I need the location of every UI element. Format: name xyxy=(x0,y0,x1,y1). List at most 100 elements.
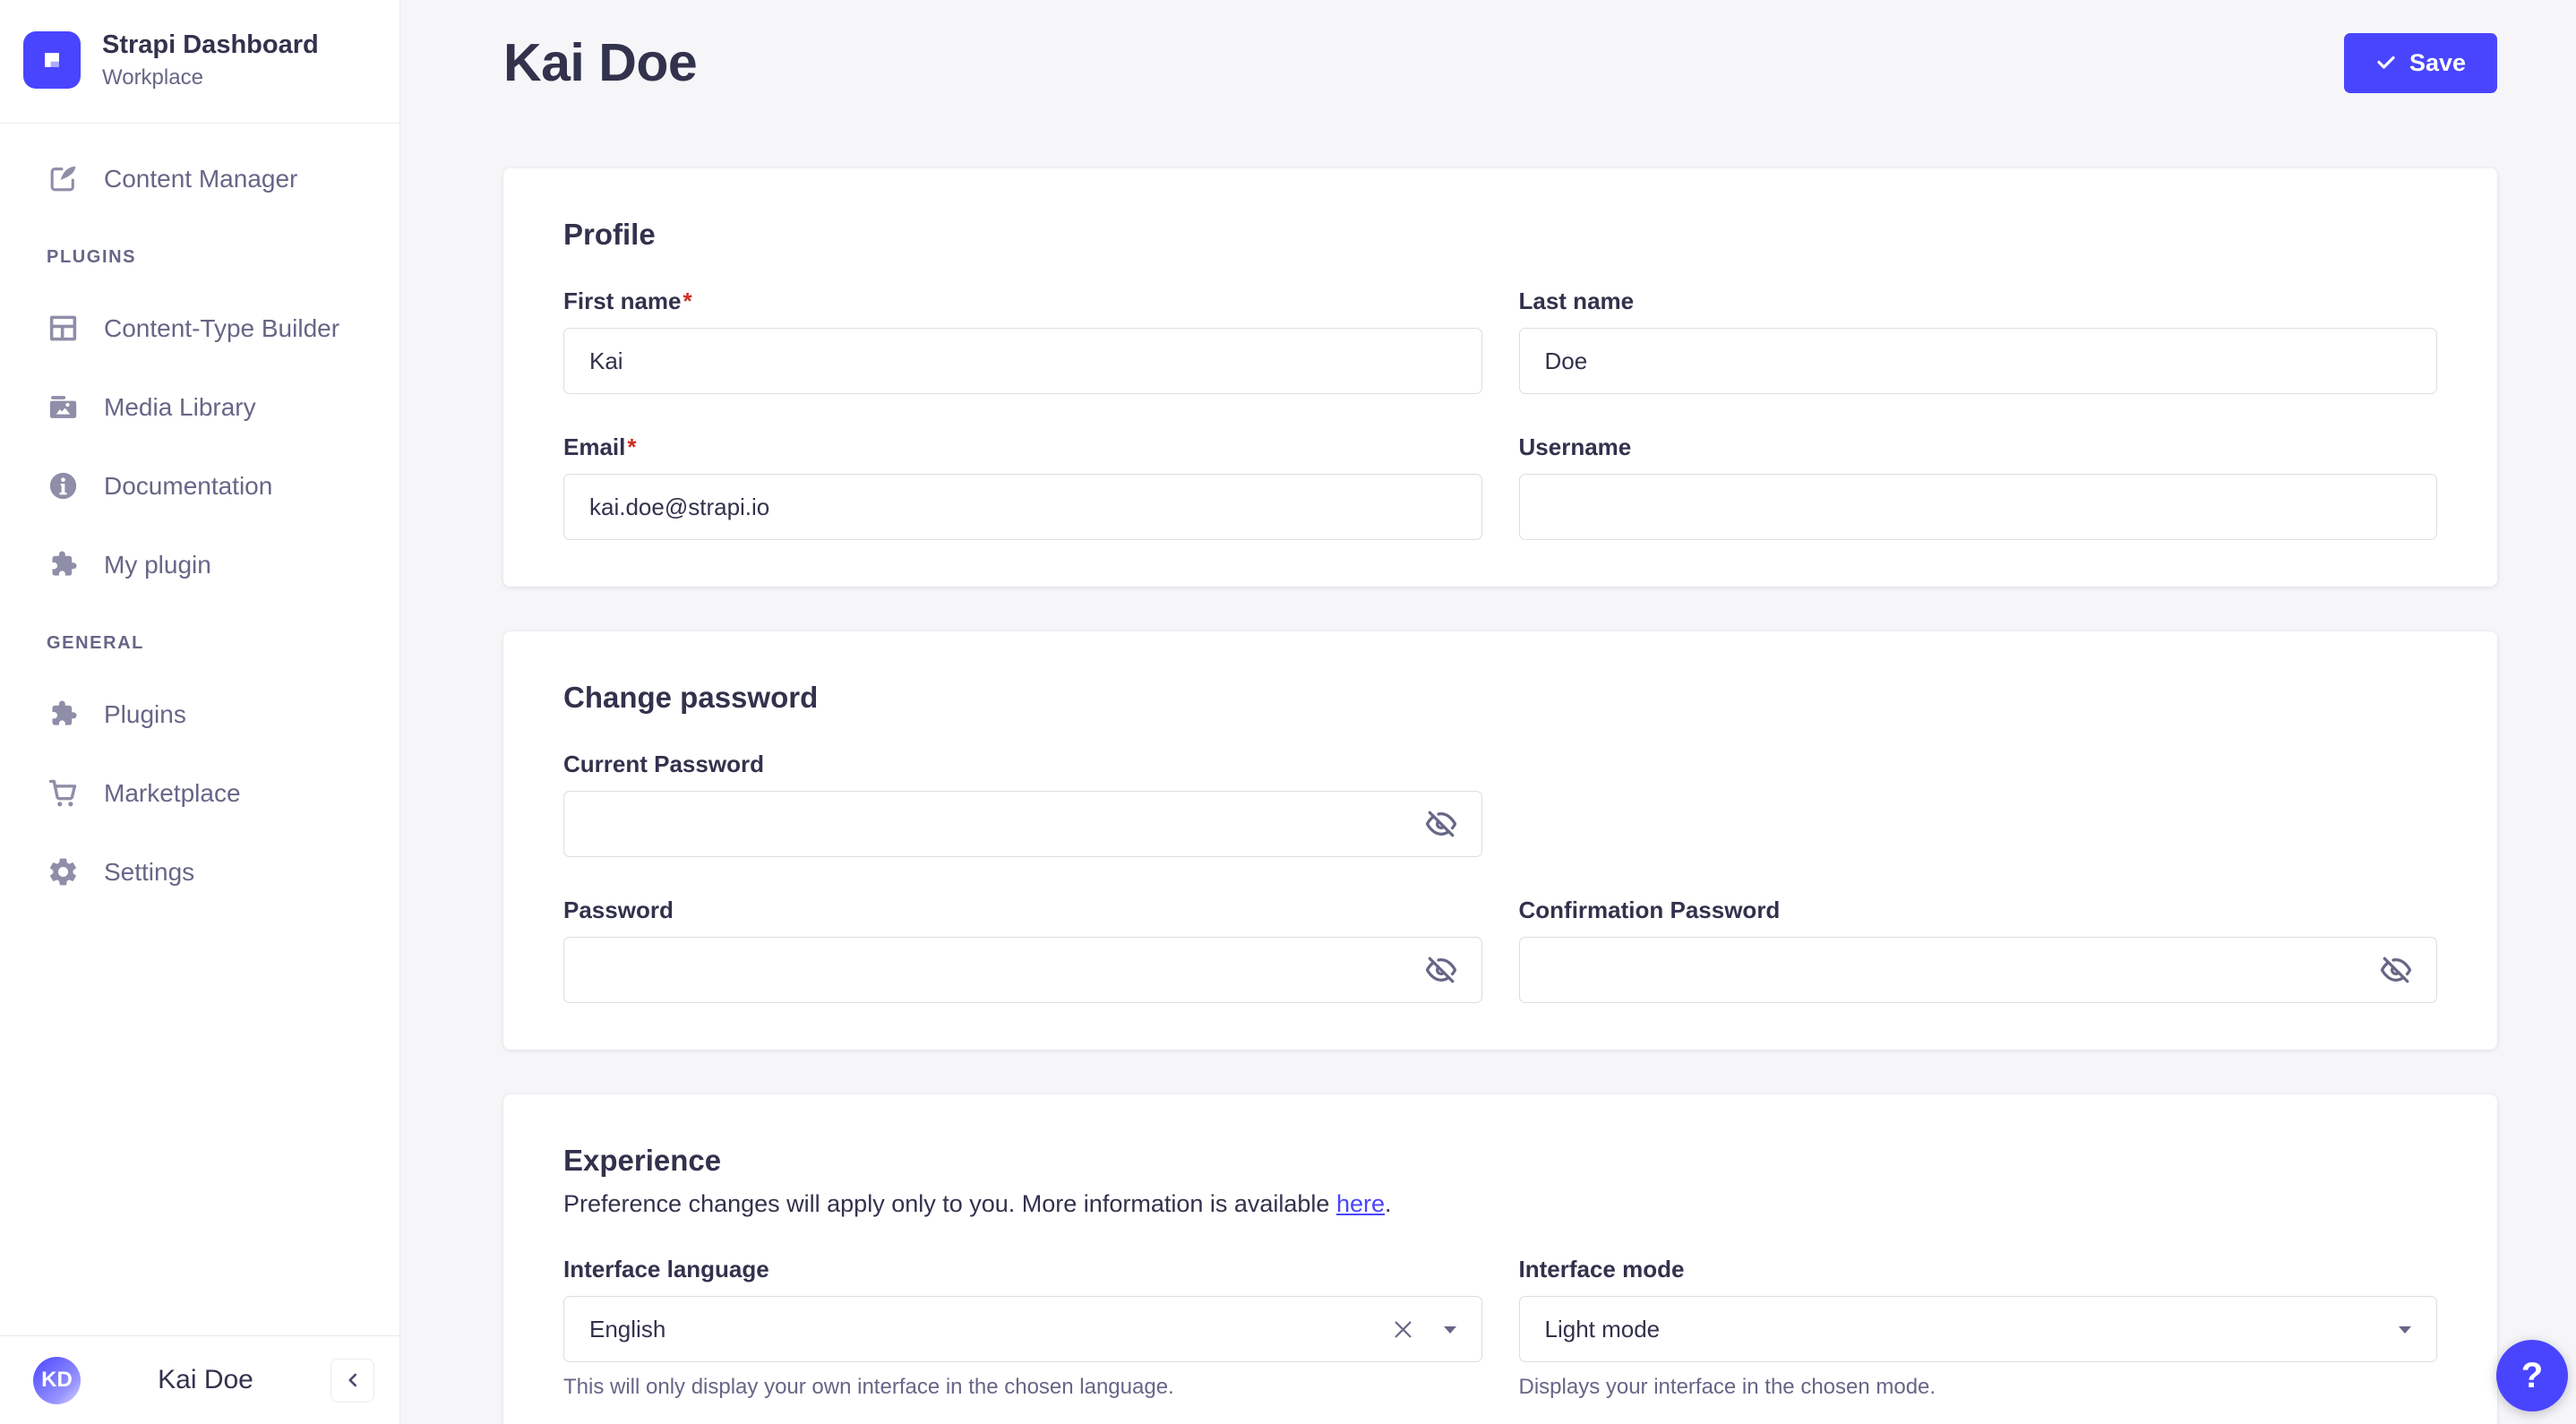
avatar: KD xyxy=(33,1356,81,1404)
sidebar-item-settings[interactable]: Settings xyxy=(0,833,399,912)
required-mark: * xyxy=(627,433,637,460)
email-field: Email* xyxy=(563,433,1482,540)
eye-off-icon xyxy=(1425,956,1456,983)
sidebar-item-label: My plugin xyxy=(104,550,211,579)
change-password-section-title: Change password xyxy=(563,681,819,714)
shopping-cart-icon xyxy=(47,776,80,810)
gear-icon xyxy=(47,855,80,888)
interface-language-hint: This will only display your own interfac… xyxy=(563,1375,1174,1399)
avatar-initials: KD xyxy=(41,1368,73,1392)
collapse-sidebar-button[interactable] xyxy=(331,1358,374,1403)
toggle-password-visibility-button[interactable] xyxy=(2376,950,2416,990)
interface-language-label: Interface language xyxy=(563,1256,1482,1283)
eye-off-icon xyxy=(1425,811,1456,837)
change-password-card: Change password Current Password Passwor… xyxy=(503,631,2497,1050)
clear-selection-icon[interactable] xyxy=(1391,1317,1415,1342)
page-header: Kai Doe Save xyxy=(503,32,2497,93)
required-mark: * xyxy=(683,287,692,314)
new-password-input[interactable] xyxy=(563,937,1482,1003)
new-password-label: Password xyxy=(563,896,1482,924)
sidebar-item-content-manager[interactable]: Content Manager xyxy=(0,140,399,219)
new-password-field: Password xyxy=(563,896,1482,1003)
chevron-down-icon xyxy=(2397,1324,2413,1334)
sidebar-item-label: Content Manager xyxy=(104,164,298,193)
workspace-title: Strapi Dashboard xyxy=(102,30,319,59)
username-input[interactable] xyxy=(1518,474,2437,540)
layout-grid-icon xyxy=(47,312,80,345)
sidebar-item-label: Plugins xyxy=(104,699,186,728)
label-text: Current Password xyxy=(563,751,764,777)
sidebar-item-documentation[interactable]: Documentation xyxy=(0,447,399,526)
user-name: Kai Doe xyxy=(158,1365,253,1394)
sidebar-item-label: Marketplace xyxy=(104,778,241,807)
interface-mode-select[interactable]: Light mode xyxy=(1518,1296,2437,1362)
selected-language: English xyxy=(589,1315,666,1343)
current-password-label: Current Password xyxy=(563,751,1482,778)
nav-section-plugins: PLUGINS xyxy=(47,246,137,267)
label-text: Email xyxy=(563,433,626,460)
check-icon xyxy=(2375,52,2397,73)
sidebar: Strapi Dashboard Workplace Content Manag… xyxy=(0,0,400,1424)
first-name-field: First name* xyxy=(563,287,1482,394)
experience-section-title: Experience xyxy=(563,1144,722,1177)
last-name-label: Last name xyxy=(1519,287,2438,315)
label-text: Username xyxy=(1518,433,1632,460)
username-field: Username xyxy=(1518,433,2437,540)
description-text: . xyxy=(1385,1190,1392,1217)
interface-language-field: Interface language English This will onl… xyxy=(563,1256,1482,1400)
interface-mode-field: Interface mode Light mode Displays your … xyxy=(1518,1256,2438,1400)
current-password-field: Current Password xyxy=(563,751,1482,857)
first-name-input[interactable] xyxy=(563,328,1482,394)
label-text: First name xyxy=(563,287,682,314)
chevron-down-icon xyxy=(1442,1324,1458,1334)
interface-language-select[interactable]: English xyxy=(563,1296,1482,1362)
label-text: Password xyxy=(563,896,674,923)
label-text: Interface language xyxy=(563,1256,769,1282)
label-text: Last name xyxy=(1518,287,1635,314)
chevron-left-icon xyxy=(341,1368,365,1392)
workspace-home-link[interactable]: Strapi Dashboard Workplace xyxy=(0,0,399,124)
picture-icon xyxy=(47,390,80,424)
sidebar-item-label: Settings xyxy=(104,857,195,886)
more-info-link[interactable]: here xyxy=(1336,1190,1385,1217)
puzzle-icon xyxy=(47,548,80,581)
first-name-label: First name* xyxy=(563,287,1482,315)
sidebar-item-media-library[interactable]: Media Library xyxy=(0,368,399,447)
description-text: Preference changes will apply only to yo… xyxy=(563,1190,1336,1217)
interface-mode-hint: Displays your interface in the chosen mo… xyxy=(1518,1375,1936,1399)
sidebar-item-marketplace[interactable]: Marketplace xyxy=(0,754,399,833)
current-password-input[interactable] xyxy=(563,791,1482,857)
profile-card: Profile First name* Last name Email* Use… xyxy=(503,168,2497,587)
email-label: Email* xyxy=(563,433,1482,461)
experience-card: Experience Preference changes will apply… xyxy=(503,1094,2497,1424)
sidebar-item-plugins[interactable]: Plugins xyxy=(0,675,399,754)
sidebar-item-label: Content-Type Builder xyxy=(104,313,340,342)
toggle-password-visibility-button[interactable] xyxy=(1421,950,1461,990)
main-content: Kai Doe Save Profile First name* Last na… xyxy=(400,0,2576,1424)
selected-mode: Light mode xyxy=(1544,1315,1661,1343)
last-name-field: Last name xyxy=(1518,287,2438,394)
sidebar-footer: KD Kai Doe xyxy=(0,1335,399,1424)
info-circle-icon xyxy=(47,469,80,502)
nav-section-general: GENERAL xyxy=(47,632,144,653)
profile-section-title: Profile xyxy=(563,218,656,251)
help-button[interactable]: ? xyxy=(2496,1340,2568,1411)
email-input[interactable] xyxy=(563,474,1482,540)
sidebar-item-label: Media Library xyxy=(104,392,256,421)
sidebar-item-content-type-builder[interactable]: Content-Type Builder xyxy=(0,289,399,368)
confirm-password-input[interactable] xyxy=(1518,937,2437,1003)
strapi-logo-icon xyxy=(23,30,81,89)
save-button[interactable]: Save xyxy=(2343,32,2497,93)
interface-mode-label: Interface mode xyxy=(1519,1256,2438,1283)
edit-pen-icon xyxy=(47,162,80,195)
confirm-password-field: Confirmation Password xyxy=(1518,896,2438,1003)
sidebar-nav: Content Manager PLUGINS Content-Type Bui… xyxy=(0,124,399,912)
label-text: Interface mode xyxy=(1518,1256,1685,1282)
toggle-password-visibility-button[interactable] xyxy=(1421,804,1461,844)
save-button-label: Save xyxy=(2409,48,2466,76)
confirm-password-label: Confirmation Password xyxy=(1519,896,2438,924)
last-name-input[interactable] xyxy=(1518,328,2437,394)
page-title: Kai Doe xyxy=(503,33,698,92)
sidebar-item-my-plugin[interactable]: My plugin xyxy=(0,526,399,605)
label-text: Confirmation Password xyxy=(1518,896,1781,923)
